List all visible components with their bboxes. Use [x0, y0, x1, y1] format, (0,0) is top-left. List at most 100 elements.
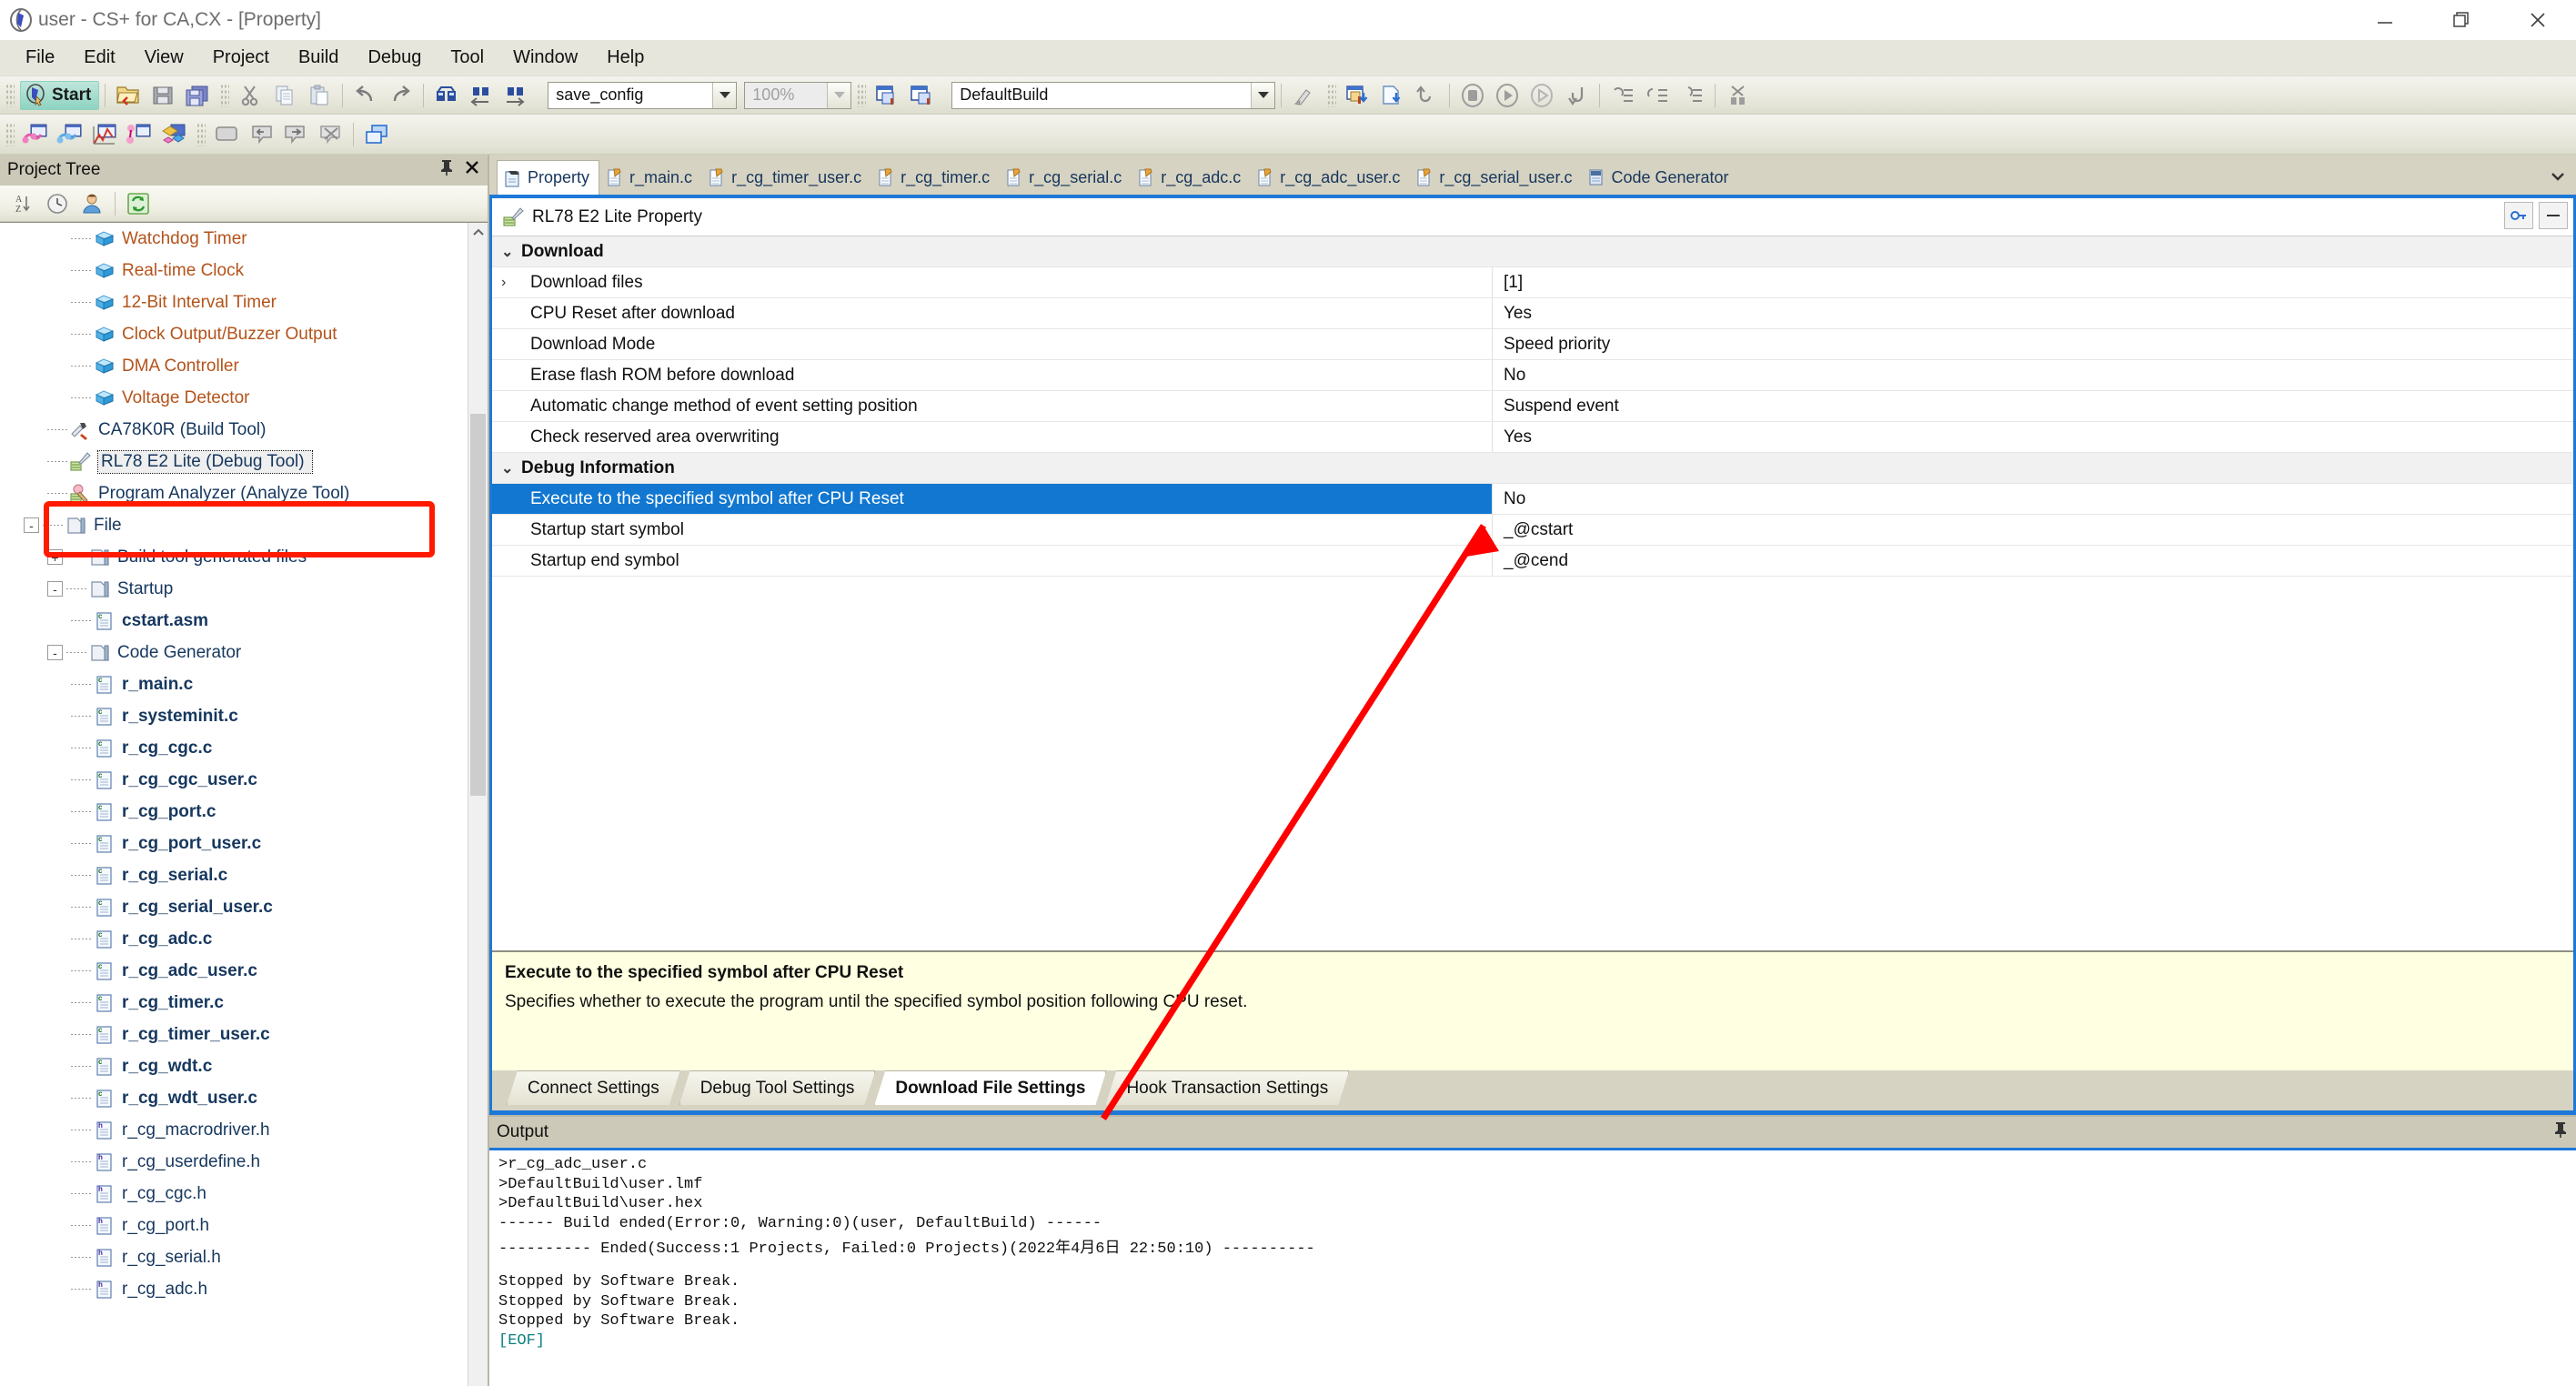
tree-node[interactable]: h r_cg_cgc.h — [0, 1178, 468, 1210]
chevron-down-icon[interactable]: ⌄ — [501, 459, 521, 477]
collapse-icon[interactable] — [2539, 202, 2568, 229]
tree-expander-collapse[interactable]: - — [24, 517, 39, 533]
tree-node[interactable]: h r_cg_macrodriver.h — [0, 1114, 468, 1146]
step-return-icon[interactable] — [1561, 81, 1592, 110]
zoom-combo[interactable]: 100% — [744, 81, 852, 109]
tree-node[interactable]: c r_cg_cgc_user.c — [0, 764, 468, 796]
toolbar-grip[interactable] — [5, 83, 15, 107]
property-value-cell[interactable]: Yes — [1493, 298, 2573, 328]
restore-button[interactable] — [2423, 0, 2500, 40]
output-text-area[interactable]: >r_cg_adc_user.c >DefaultBuild\user.lmf >D… — [489, 1148, 2576, 1386]
download-icon[interactable] — [1342, 81, 1373, 110]
chevron-down-icon-zoom[interactable] — [827, 82, 851, 108]
history-icon[interactable] — [42, 189, 73, 218]
toolbar-grip-2[interactable] — [220, 83, 230, 107]
tree-expander-collapse[interactable]: - — [47, 645, 63, 660]
scroll-up-icon[interactable] — [468, 223, 488, 243]
save-all-icon[interactable] — [182, 81, 213, 110]
tree-node[interactable]: h r_cg_adc.h — [0, 1273, 468, 1305]
close-button[interactable] — [2500, 0, 2576, 40]
tree-scrollbar-thumb[interactable] — [470, 414, 486, 796]
tree-node[interactable]: h r_cg_serial.h — [0, 1241, 468, 1273]
build-mode-combo[interactable]: DefaultBuild — [951, 81, 1276, 109]
find-next-icon[interactable] — [500, 81, 531, 110]
menu-item-help[interactable]: Help — [592, 44, 659, 72]
build-project-icon[interactable] — [871, 81, 902, 110]
toolbar2-grip[interactable] — [5, 122, 15, 146]
paste-icon[interactable] — [304, 81, 335, 110]
tree-node[interactable]: c r_cg_port.c — [0, 796, 468, 828]
tree-node[interactable]: Voltage Detector — [0, 382, 468, 414]
editor-tab-code-generator[interactable]: Code Generator — [1581, 160, 1737, 195]
memory-icon[interactable] — [55, 120, 86, 149]
tree-node[interactable]: c r_cg_adc.c — [0, 923, 468, 955]
property-value-cell[interactable]: No — [1493, 484, 2573, 514]
editor-tab-r-cg-adc-c[interactable]: r_cg_adc.c — [1131, 160, 1250, 195]
menu-item-edit[interactable]: Edit — [69, 44, 129, 72]
property-value-cell[interactable]: _@cend — [1493, 546, 2573, 576]
editor-tab-r-cg-adc-user-c[interactable]: r_cg_adc_user.c — [1250, 160, 1409, 195]
tab-overflow-chevron-down-icon[interactable] — [2549, 170, 2567, 187]
no-callout-icon[interactable] — [315, 120, 346, 149]
refresh-icon[interactable] — [123, 189, 154, 218]
step-over-icon[interactable] — [1526, 81, 1557, 110]
rect-select-icon[interactable] — [211, 120, 242, 149]
tree-expander-collapse[interactable]: - — [47, 581, 63, 597]
tree-node[interactable]: c r_cg_timer_user.c — [0, 1019, 468, 1050]
tree-node[interactable]: h r_cg_port.h — [0, 1210, 468, 1241]
property-value-cell[interactable]: Speed priority — [1493, 329, 2573, 359]
tree-node[interactable]: c r_cg_timer.c — [0, 987, 468, 1019]
stop-icon[interactable] — [1457, 81, 1488, 110]
run-icon[interactable] — [1492, 81, 1523, 110]
start-button[interactable]: Start — [20, 80, 100, 110]
menu-item-view[interactable]: View — [130, 44, 198, 72]
find-previous-icon[interactable] — [466, 81, 497, 110]
output-pin-icon[interactable] — [2552, 1120, 2569, 1144]
rebuild-project-icon[interactable] — [906, 81, 937, 110]
tree-node[interactable]: Watchdog Timer — [0, 223, 468, 255]
tree-vertical-scrollbar[interactable] — [468, 223, 488, 1386]
save-icon[interactable] — [147, 81, 178, 110]
property-subtab-hook-transaction-settings[interactable]: Hook Transaction Settings — [1105, 1070, 1349, 1105]
tree-node[interactable]: c r_cg_wdt.c — [0, 1050, 468, 1082]
property-value-cell[interactable]: [1] — [1493, 267, 2573, 297]
build-and-download-icon[interactable] — [1376, 81, 1407, 110]
cut-icon[interactable] — [235, 81, 266, 110]
property-row[interactable]: Erase flash ROM before download No — [492, 360, 2573, 391]
property-subtab-connect-settings[interactable]: Connect Settings — [507, 1070, 680, 1105]
toolbar-grip-4[interactable] — [1327, 83, 1337, 107]
editor-tab-r-cg-serial-user-c[interactable]: r_cg_serial_user.c — [1409, 160, 1581, 195]
property-row[interactable]: Automatic change method of event setting… — [492, 391, 2573, 422]
tree-expander-expand[interactable]: + — [47, 549, 63, 565]
tree-node[interactable]: 12-Bit Interval Timer — [0, 286, 468, 318]
chevron-down-icon[interactable]: ⌄ — [501, 243, 521, 261]
disconnect-icon[interactable] — [1723, 81, 1754, 110]
cpu-register-icon[interactable] — [20, 120, 51, 149]
sort-az-icon[interactable]: A Z — [7, 189, 38, 218]
property-row[interactable]: › Download files [1] — [492, 267, 2573, 298]
tree-node[interactable]: c r_cg_adc_user.c — [0, 955, 468, 987]
editor-tab-property[interactable]: Property — [497, 160, 600, 195]
build-config-combo[interactable]: save_config — [548, 81, 738, 109]
tree-node[interactable]: h r_cg_userdefine.h — [0, 1146, 468, 1178]
menu-item-window[interactable]: Window — [498, 44, 592, 72]
menu-item-debug[interactable]: Debug — [353, 44, 436, 72]
property-subtab-debug-tool-settings[interactable]: Debug Tool Settings — [679, 1070, 876, 1105]
menu-item-project[interactable]: Project — [198, 44, 284, 72]
menu-item-file[interactable]: File — [11, 44, 69, 72]
step-out-icon[interactable] — [1642, 81, 1673, 110]
property-row[interactable]: Startup start symbol _@cstart — [492, 515, 2573, 546]
user-icon[interactable] — [76, 189, 107, 218]
tree-node[interactable]: + Build tool generated files — [0, 541, 468, 573]
editor-tab-r-cg-timer-user-c[interactable]: r_cg_timer_user.c — [701, 160, 870, 195]
tree-node[interactable]: c r_cg_serial_user.c — [0, 891, 468, 923]
key-icon[interactable] — [2504, 202, 2533, 229]
clean-icon[interactable] — [1289, 81, 1320, 110]
tree-node[interactable]: - File — [0, 509, 468, 541]
tree-node[interactable]: c r_cg_wdt_user.c — [0, 1082, 468, 1114]
property-value-cell[interactable]: Yes — [1493, 422, 2573, 452]
cascade-windows-icon[interactable] — [361, 120, 392, 149]
step-into-icon[interactable] — [1607, 81, 1638, 110]
property-category-row[interactable]: ⌄ Download — [492, 236, 2573, 267]
tree-node[interactable]: - Startup — [0, 573, 468, 605]
